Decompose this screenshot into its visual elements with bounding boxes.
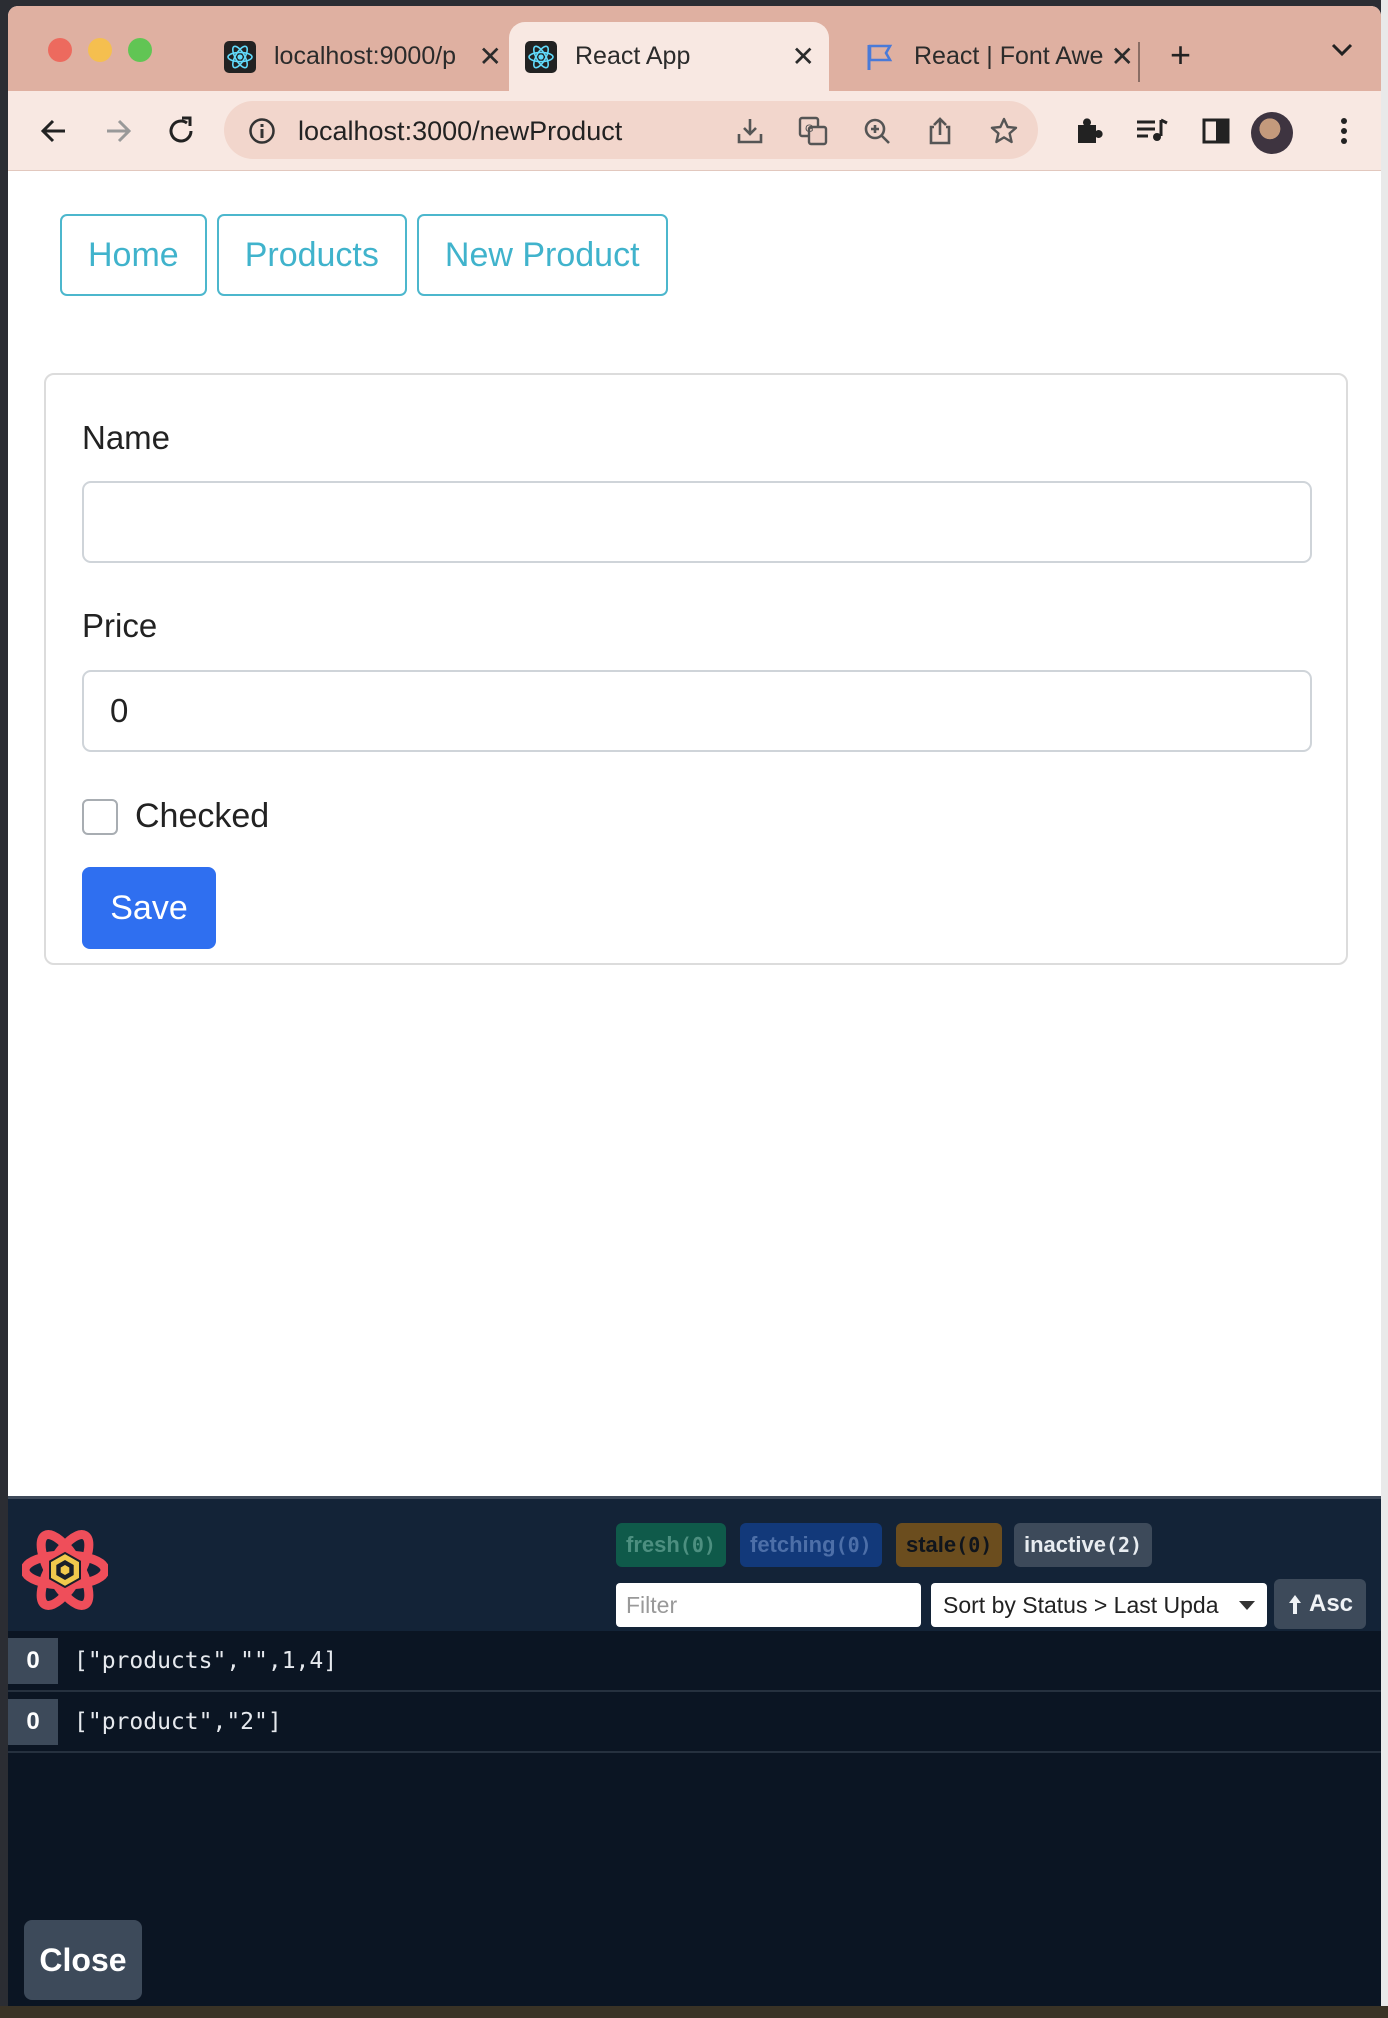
address-bar[interactable]: localhost:3000/newProduct G xyxy=(224,101,1038,159)
sort-direction-label: Asc xyxy=(1308,1590,1354,1617)
media-queue-icon[interactable] xyxy=(1134,113,1170,149)
badge-count: (0) xyxy=(679,1533,716,1557)
badge-label: stale xyxy=(906,1532,957,1557)
stale-badge: stale (0) xyxy=(896,1523,1003,1567)
main-nav: Home Products New Product xyxy=(60,214,668,296)
browser-window: localhost:9000/p ✕ React App ✕ React | F… xyxy=(8,6,1381,2006)
sort-value: Sort by Status > Last Upda xyxy=(943,1591,1219,1618)
query-row[interactable]: 0 ["products","",1,4] xyxy=(8,1631,1381,1692)
sort-select[interactable]: Sort by Status > Last Upda xyxy=(931,1583,1267,1627)
tab-font-awesome[interactable]: React | Font Awe ✕ xyxy=(848,22,1148,91)
save-button[interactable]: Save xyxy=(82,867,216,949)
svg-text:G: G xyxy=(805,123,814,135)
checked-checkbox[interactable] xyxy=(82,799,118,835)
tab-title: React | Font Awe xyxy=(914,42,1104,70)
tab-title: React App xyxy=(575,42,691,70)
tab-localhost-9000[interactable]: localhost:9000/p ✕ xyxy=(208,22,516,91)
checked-label: Checked xyxy=(135,797,270,835)
browser-toolbar: localhost:3000/newProduct G xyxy=(8,91,1381,171)
new-product-button[interactable]: New Product xyxy=(416,214,668,296)
tab-close-icon[interactable]: ✕ xyxy=(792,40,815,73)
tab-close-icon[interactable]: ✕ xyxy=(479,40,502,73)
badge-count: (2) xyxy=(1105,1533,1143,1557)
page-content: Home Products New Product Name Price 0 C… xyxy=(8,171,1381,1496)
fresh-badge: fresh (0) xyxy=(616,1523,726,1567)
side-panel-icon[interactable] xyxy=(1198,113,1234,149)
share-icon[interactable] xyxy=(924,115,956,147)
query-key: ["product","2"] xyxy=(74,1708,282,1735)
back-icon[interactable] xyxy=(36,113,72,149)
forward-icon[interactable] xyxy=(100,113,136,149)
badge-count: (0) xyxy=(835,1533,872,1557)
fetching-badge: fetching (0) xyxy=(740,1523,882,1567)
flag-favicon-icon xyxy=(867,44,893,70)
tab-title: localhost:9000/p xyxy=(274,42,457,70)
home-button[interactable]: Home xyxy=(60,214,207,296)
filter-input[interactable]: Filter xyxy=(616,1583,921,1627)
zoom-window-button[interactable] xyxy=(128,38,152,62)
price-label: Price xyxy=(82,607,158,644)
zoom-icon[interactable] xyxy=(861,115,893,147)
name-label: Name xyxy=(82,419,171,456)
install-app-icon[interactable] xyxy=(734,115,766,147)
name-input[interactable] xyxy=(82,481,1312,563)
new-tab-icon[interactable]: + xyxy=(1170,34,1191,76)
new-product-form: Name Price 0 Checked Save xyxy=(44,373,1348,965)
badge-label: fresh xyxy=(626,1532,680,1557)
badge-count: (0) xyxy=(956,1533,993,1557)
tab-separator xyxy=(1138,42,1140,82)
translate-icon[interactable]: G xyxy=(797,115,829,147)
caret-down-icon xyxy=(1239,1601,1255,1610)
desktop-background-bottom xyxy=(0,2006,1388,2018)
chevron-down-icon[interactable] xyxy=(1330,42,1354,58)
url-text: localhost:3000/newProduct xyxy=(298,116,623,146)
react-query-logo-icon xyxy=(22,1530,108,1610)
badge-label: inactive xyxy=(1024,1532,1106,1557)
desktop-background xyxy=(1381,0,1388,2018)
query-key: ["products","",1,4] xyxy=(74,1647,338,1674)
devtools-header: fresh (0) fetching (0) stale (0) inactiv… xyxy=(8,1496,1381,1631)
tab-close-icon[interactable]: ✕ xyxy=(1111,40,1134,73)
query-row[interactable]: 0 ["product","2"] xyxy=(8,1692,1381,1753)
inactive-badge: inactive (2) xyxy=(1014,1523,1153,1567)
sort-direction-button[interactable]: Asc xyxy=(1274,1579,1366,1629)
bookmark-star-icon[interactable] xyxy=(988,115,1020,147)
reload-icon[interactable] xyxy=(163,113,199,149)
profile-avatar[interactable] xyxy=(1251,112,1293,154)
info-icon[interactable] xyxy=(248,117,276,145)
react-favicon-icon xyxy=(224,40,256,73)
tab-react-app[interactable]: React App ✕ xyxy=(509,22,829,91)
tab-strip: localhost:9000/p ✕ React App ✕ React | F… xyxy=(8,6,1381,91)
more-menu-icon[interactable] xyxy=(1326,113,1362,149)
minimize-window-button[interactable] xyxy=(88,38,112,62)
price-input[interactable]: 0 xyxy=(82,670,1312,752)
react-query-devtools: fresh (0) fetching (0) stale (0) inactiv… xyxy=(8,1496,1381,2006)
badge-label: fetching xyxy=(750,1532,836,1557)
arrow-up-icon xyxy=(1288,1595,1301,1614)
observer-count: 0 xyxy=(8,1637,58,1684)
react-favicon-icon xyxy=(525,40,557,73)
products-button[interactable]: Products xyxy=(216,214,407,296)
close-devtools-button[interactable]: Close xyxy=(24,1920,142,2000)
extensions-puzzle-icon[interactable] xyxy=(1070,113,1106,149)
observer-count: 0 xyxy=(8,1698,58,1745)
close-window-button[interactable] xyxy=(48,38,72,62)
